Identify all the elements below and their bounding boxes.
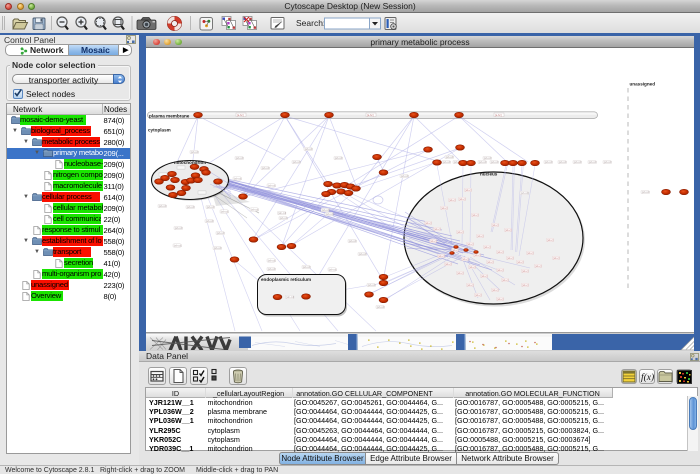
svg-text:[ab-c]: [ab-c] bbox=[459, 198, 465, 201]
svg-text:[ab-cd]: [ab-cd] bbox=[368, 283, 376, 287]
svg-text:[ab-cd]: [ab-cd] bbox=[589, 160, 597, 164]
svg-text:[ab-cd]: [ab-cd] bbox=[305, 147, 313, 151]
svg-text:[a-bc]: [a-bc] bbox=[237, 113, 244, 117]
svg-text:[ab-cd]: [ab-cd] bbox=[214, 246, 222, 250]
svg-text:[ab-c]: [ab-c] bbox=[527, 252, 533, 255]
svg-text:[ab-cd]: [ab-cd] bbox=[175, 226, 183, 230]
svg-text:[ab-cd]: [ab-cd] bbox=[446, 155, 454, 159]
svg-text:[ab-cd]: [ab-cd] bbox=[251, 208, 259, 212]
svg-text:[ab-cd]: [ab-cd] bbox=[187, 205, 195, 209]
svg-text:[ab-c]: [ab-c] bbox=[449, 199, 455, 202]
svg-text:[ab-cd]: [ab-cd] bbox=[329, 268, 337, 272]
svg-text:[ab-c]: [ab-c] bbox=[505, 229, 511, 232]
svg-text:cytoplasm: cytoplasm bbox=[148, 128, 171, 133]
svg-text:[ab-c]: [ab-c] bbox=[507, 257, 513, 260]
svg-text:[ab-cd]: [ab-cd] bbox=[326, 212, 334, 216]
svg-text:[ab-c]: [ab-c] bbox=[492, 224, 498, 227]
svg-text:[ab-c]: [ab-c] bbox=[441, 207, 447, 210]
svg-text:Search:: Search: bbox=[296, 18, 325, 28]
svg-text:[ab-cd]: [ab-cd] bbox=[484, 156, 492, 160]
svg-text:mitochondrion: mitochondrion bbox=[174, 160, 206, 165]
svg-text:[ab-c]: [ab-c] bbox=[492, 289, 498, 292]
svg-text:[ab-c]: [ab-c] bbox=[497, 251, 503, 254]
svg-text:[ab-cd]: [ab-cd] bbox=[217, 231, 225, 235]
svg-text:[ab-c]: [ab-c] bbox=[475, 294, 481, 297]
svg-text:[ab-c]: [ab-c] bbox=[465, 189, 471, 192]
svg-text:[a-bc]: [a-bc] bbox=[495, 113, 502, 117]
svg-text:[ab-c]: [ab-c] bbox=[467, 243, 473, 246]
svg-text:[ab-c]: [ab-c] bbox=[497, 298, 503, 301]
svg-text:[ab-cd]: [ab-cd] bbox=[221, 210, 229, 214]
svg-text:[ab-c]: [ab-c] bbox=[522, 284, 528, 287]
svg-text:[ab-cd]: [ab-cd] bbox=[574, 160, 582, 164]
svg-text:[ab-c]: [ab-c] bbox=[425, 222, 431, 225]
svg-text:[ab-c]: [ab-c] bbox=[553, 257, 559, 260]
svg-text:[ab-c]: [ab-c] bbox=[462, 258, 468, 261]
svg-text:[ab-c]: [ab-c] bbox=[474, 254, 480, 257]
svg-text:[ab-cd]: [ab-cd] bbox=[234, 177, 242, 181]
svg-text:[ab-cd]: [ab-cd] bbox=[642, 190, 650, 194]
svg-text:endoplasmic reticulum: endoplasmic reticulum bbox=[261, 277, 311, 282]
svg-text:[ab-cd]: [ab-cd] bbox=[159, 204, 167, 208]
svg-text:f(x): f(x) bbox=[641, 372, 654, 383]
svg-text:[ab-cd]: [ab-cd] bbox=[191, 150, 199, 154]
svg-text:[ab-cd]: [ab-cd] bbox=[335, 156, 343, 160]
svg-text:[ab-c]: [ab-c] bbox=[502, 279, 508, 282]
svg-text:[ab-cd]: [ab-cd] bbox=[268, 259, 276, 263]
svg-text:[ab-cd]: [ab-cd] bbox=[604, 160, 612, 164]
svg-text:[ab-cd]: [ab-cd] bbox=[401, 174, 409, 178]
svg-text:[ab-c]: [ab-c] bbox=[484, 246, 490, 249]
svg-text:plasma membrane: plasma membrane bbox=[149, 113, 190, 118]
svg-text:[ab-c]: [ab-c] bbox=[487, 261, 493, 264]
svg-text:[ab-cd]: [ab-cd] bbox=[521, 191, 529, 195]
svg-text:[ab-cd]: [ab-cd] bbox=[280, 216, 288, 220]
svg-text:[ab-c]: [ab-c] bbox=[497, 269, 503, 272]
svg-text:[ab-c]: [ab-c] bbox=[430, 240, 436, 243]
svg-text:[ab-cd]: [ab-cd] bbox=[262, 166, 270, 170]
svg-text:nucleus: nucleus bbox=[480, 172, 498, 177]
svg-text:[ab-c]: [ab-c] bbox=[517, 261, 523, 264]
svg-text:[ab-c]: [ab-c] bbox=[457, 231, 463, 234]
svg-text:[ab-c]: [ab-c] bbox=[438, 255, 444, 258]
svg-text:[ab-cd]: [ab-cd] bbox=[443, 160, 451, 164]
svg-text:[ab-cd]: [ab-cd] bbox=[286, 295, 294, 299]
svg-text:[ab-c]: [ab-c] bbox=[535, 265, 541, 268]
svg-text:[ab-c]: [ab-c] bbox=[469, 266, 475, 269]
svg-text:[ab-c]: [ab-c] bbox=[445, 263, 451, 266]
svg-text:[ab-c]: [ab-c] bbox=[434, 228, 440, 231]
svg-text:[ab-cd]: [ab-cd] bbox=[293, 160, 301, 164]
svg-text:[ab-cd]: [ab-cd] bbox=[303, 265, 311, 269]
svg-text:[ab-cd]: [ab-cd] bbox=[349, 239, 357, 243]
svg-text:[ab-cd]: [ab-cd] bbox=[174, 244, 182, 248]
svg-text:[ab-cd]: [ab-cd] bbox=[322, 208, 330, 212]
svg-text:[ab-cd]: [ab-cd] bbox=[545, 160, 553, 164]
svg-text:[ab-cd]: [ab-cd] bbox=[278, 211, 286, 215]
svg-text:[ab-cd]: [ab-cd] bbox=[377, 305, 385, 309]
svg-text:[ab-c]: [ab-c] bbox=[467, 284, 473, 287]
svg-text:unassigned: unassigned bbox=[630, 82, 656, 87]
svg-text:[ab-c]: [ab-c] bbox=[522, 270, 528, 273]
svg-text:[ab-cd]: [ab-cd] bbox=[359, 252, 367, 256]
svg-text:[ab-cd]: [ab-cd] bbox=[268, 267, 276, 271]
svg-text:[ab-c]: [ab-c] bbox=[457, 272, 463, 275]
svg-text:[ab-c]: [ab-c] bbox=[481, 275, 487, 278]
svg-text:[ab-c]: [ab-c] bbox=[477, 235, 483, 238]
svg-text:[a-bc]: [a-bc] bbox=[367, 113, 374, 117]
svg-text:[ab-cd]: [ab-cd] bbox=[479, 160, 487, 164]
svg-text:[ab-cd]: [ab-cd] bbox=[491, 160, 499, 164]
svg-text:[ab-cd]: [ab-cd] bbox=[236, 156, 244, 160]
svg-text:[ab-cd]: [ab-cd] bbox=[268, 184, 276, 188]
svg-text:[ab-cd]: [ab-cd] bbox=[206, 219, 214, 223]
svg-text:[ab-c]: [ab-c] bbox=[547, 239, 553, 242]
svg-text:[ab-cd]: [ab-cd] bbox=[559, 160, 567, 164]
svg-text:[ab-c]: [ab-c] bbox=[472, 214, 478, 217]
svg-text:[ab-cd]: [ab-cd] bbox=[207, 205, 215, 209]
